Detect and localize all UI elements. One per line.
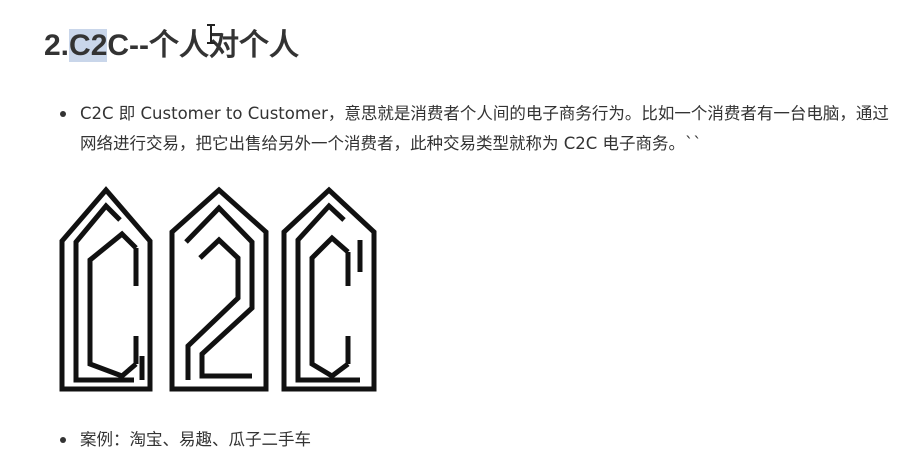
text-cursor-icon (207, 23, 215, 45)
list-item-examples: 案例：淘宝、易趣、瓜子二手车 (60, 425, 900, 455)
c2c-logo-icon (59, 186, 377, 392)
definition-text: C2C 即 Customer to Customer，意思就是消费者个人间的电子… (80, 104, 889, 153)
logo-inner-frame-left (73, 202, 134, 383)
bullet-dot-icon (60, 111, 66, 117)
heading-selected-text[interactable]: C2 (69, 29, 108, 62)
list-item-definition: C2C 即 Customer to Customer，意思就是消费者个人间的电子… (60, 99, 900, 159)
heading-suffix: C--个人对个人 (107, 29, 300, 62)
logo-c-shape-right (309, 234, 350, 380)
logo-letter-c-left (59, 186, 153, 392)
document-page: 2.C2C--个人对个人 C2C 即 Customer to Customer，… (0, 0, 919, 457)
logo-inner-frame-right (295, 202, 360, 383)
bullet-dot-icon (60, 437, 66, 443)
text-cursor-stem (210, 25, 212, 43)
logo-letter-2 (169, 186, 269, 392)
logo-letter-c-right (281, 186, 377, 392)
examples-text: 案例：淘宝、易趣、瓜子二手车 (80, 430, 311, 449)
logo-2-inner (185, 236, 241, 380)
logo-2-outer (184, 204, 255, 379)
text-cursor-bottom (207, 42, 215, 44)
section-heading: 2.C2C--个人对个人 (44, 26, 299, 66)
logo-c-shape-left (87, 230, 138, 379)
heading-prefix: 2. (44, 29, 70, 62)
